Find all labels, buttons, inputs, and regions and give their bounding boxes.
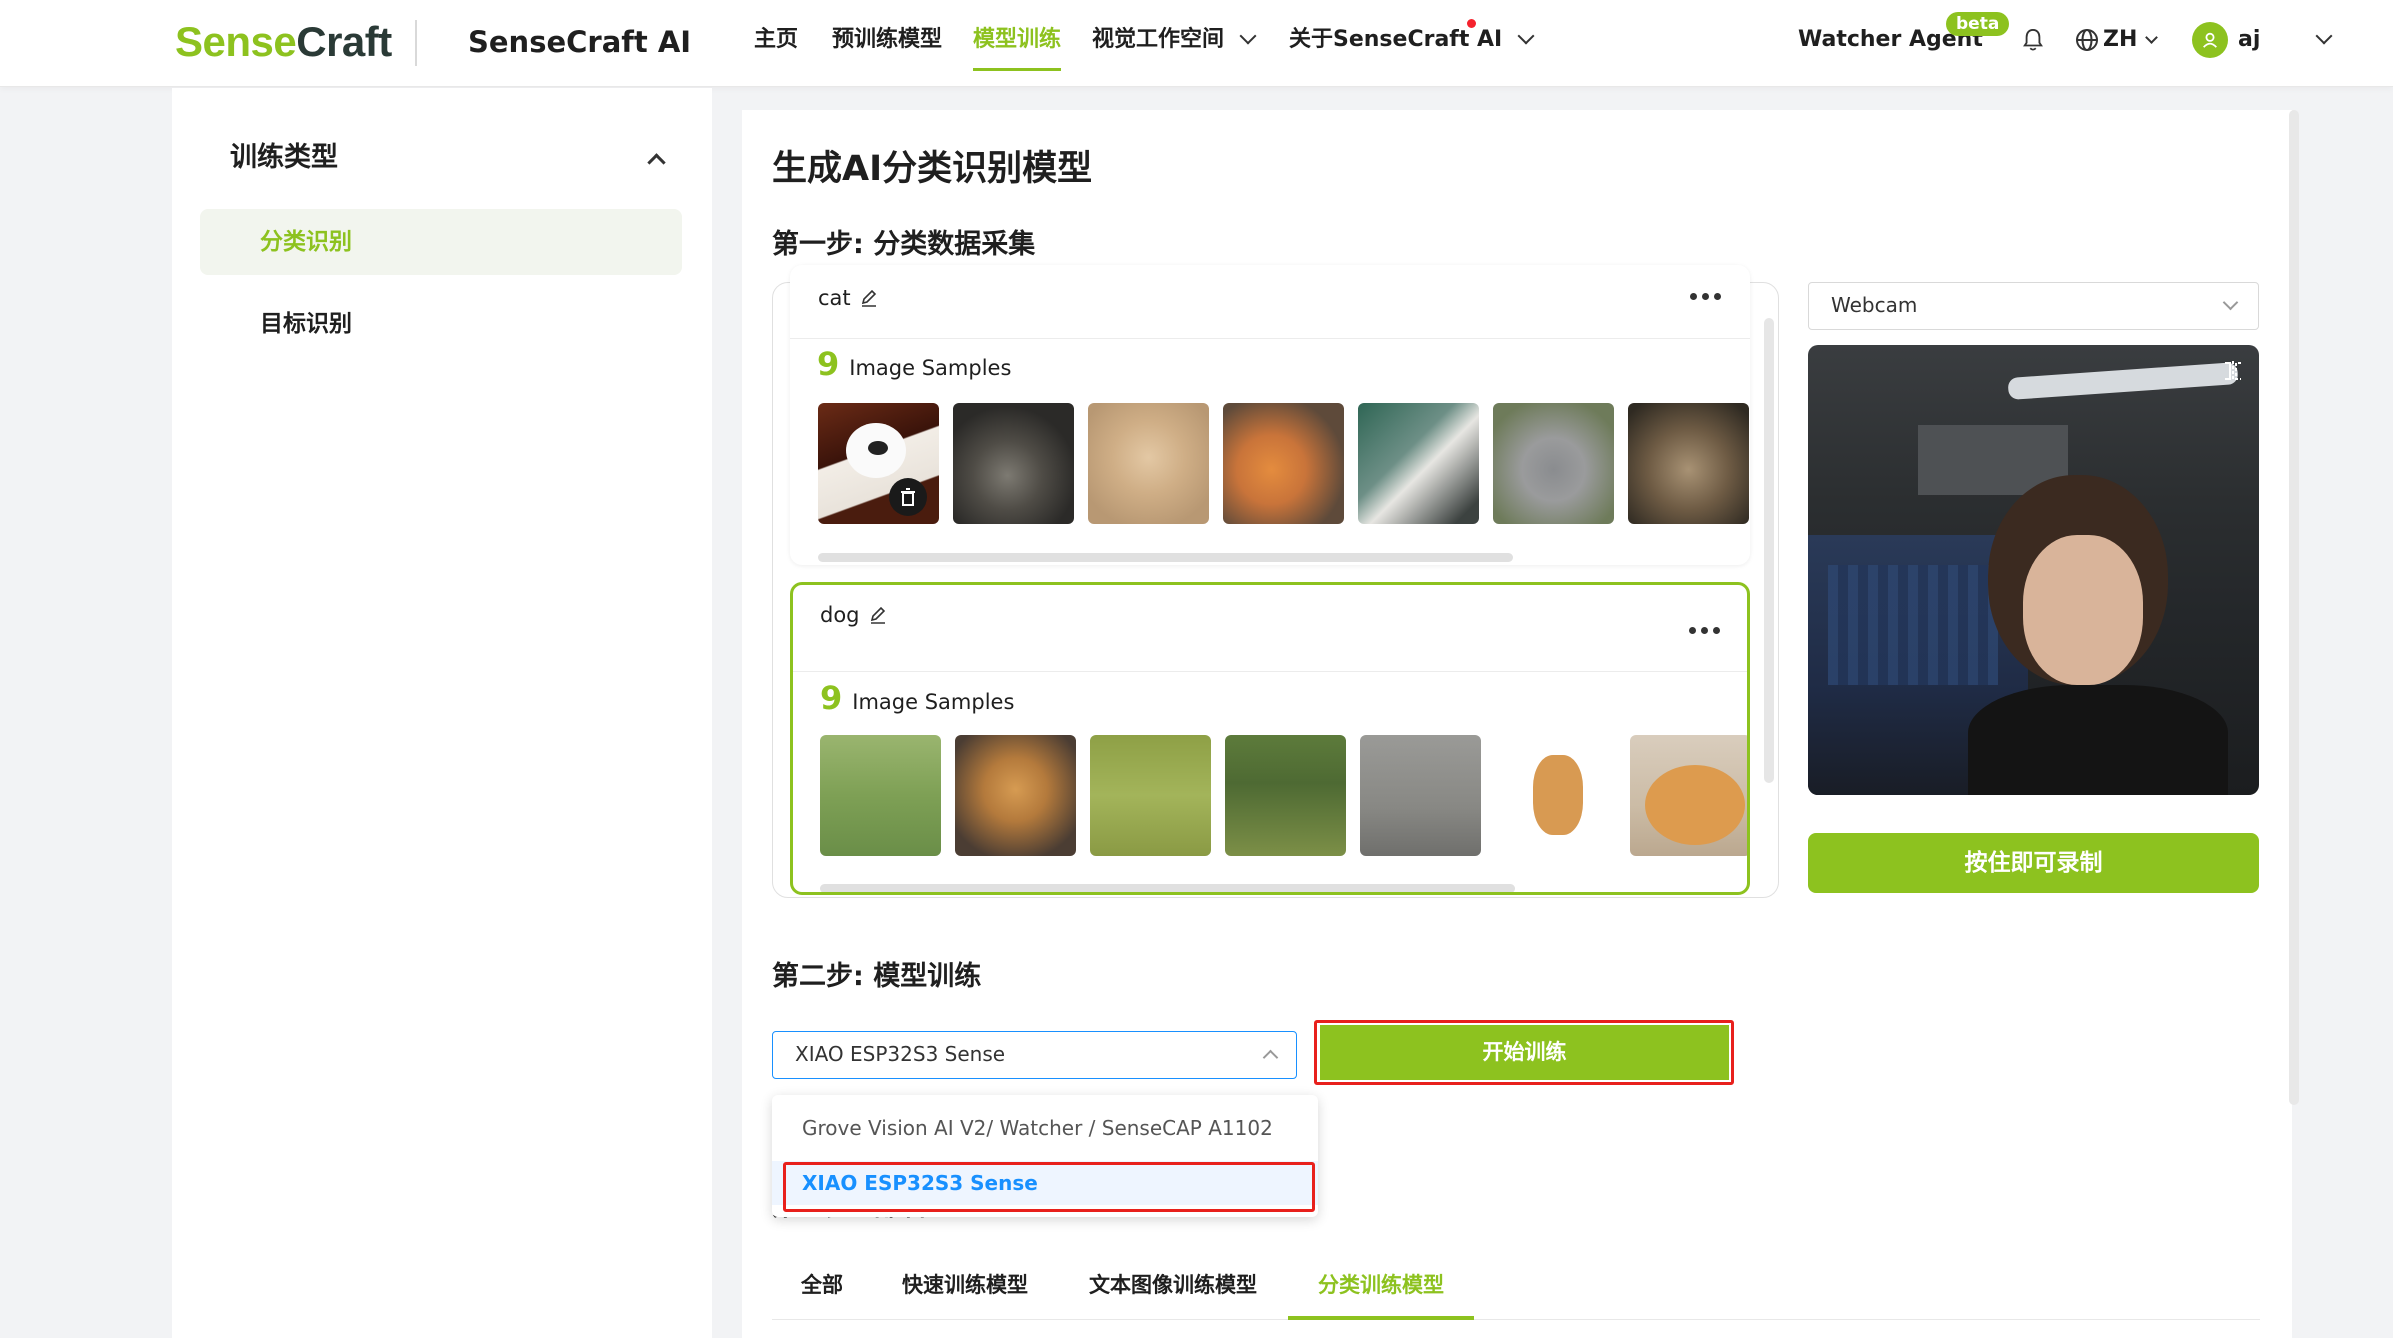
model-tabs: 全部 快速训练模型 文本图像训练模型 分类训练模型	[772, 1262, 2260, 1320]
chevron-down-icon	[1517, 27, 1535, 45]
page-scrollbar[interactable]	[2289, 110, 2299, 1105]
globe-icon	[2076, 29, 2098, 51]
nav-vision-workspace[interactable]: 视觉工作空间	[1092, 22, 1257, 58]
language-switcher[interactable]: ZH	[2075, 22, 2159, 58]
thumbnail-scrollbar[interactable]	[818, 553, 1513, 562]
card-divider	[790, 338, 1750, 339]
tab-all[interactable]: 全部	[792, 1262, 852, 1320]
logo-divider	[415, 20, 417, 66]
webcam-preview	[1808, 345, 2259, 795]
thumbnail-scrollbar[interactable]	[820, 884, 1515, 892]
sample-thumbnails	[820, 735, 1747, 856]
nav-model-training[interactable]: 模型训练	[973, 22, 1062, 71]
page-title: 生成AI分类识别模型	[772, 149, 1093, 189]
sample-image[interactable]	[955, 735, 1076, 856]
sensecraft-logo[interactable]: SenseCraft	[175, 14, 392, 70]
chevron-down-icon	[2145, 30, 2159, 44]
sample-image[interactable]	[1225, 735, 1346, 856]
step1-title: 第一步: 分类数据采集	[772, 229, 1036, 260]
sample-image[interactable]	[1360, 735, 1481, 856]
bell-icon[interactable]	[2022, 28, 2044, 52]
nav-home[interactable]: 主页	[754, 22, 798, 58]
sample-image[interactable]	[1495, 735, 1616, 856]
tab-classification-models[interactable]: 分类训练模型	[1288, 1262, 1474, 1320]
chevron-up-icon[interactable]	[647, 153, 666, 172]
sample-image[interactable]	[1088, 403, 1209, 524]
step2-title: 第二步: 模型训练	[772, 961, 982, 992]
beta-badge: beta	[1946, 12, 2010, 36]
sample-image[interactable]	[818, 403, 939, 524]
device-option-grove-vision[interactable]: Grove Vision AI V2/ Watcher / SenseCAP A…	[772, 1106, 1318, 1150]
top-navbar: SenseCraft SenseCraft AI 主页 预训练模型 模型训练 视…	[0, 0, 2393, 87]
class-card-cat: cat 9 Image Samples	[790, 265, 1750, 565]
chevron-down-icon	[2222, 294, 2239, 311]
chevron-down-icon	[1239, 27, 1257, 45]
sidebar-item-detection[interactable]: 目标识别	[200, 291, 682, 357]
class-card-dog: dog 9 Image Samples	[790, 582, 1750, 895]
app-name: SenseCraft AI	[468, 25, 692, 59]
user-icon	[2203, 32, 2217, 48]
sidebar-title: 训练类型	[230, 142, 338, 173]
more-options-icon[interactable]	[1689, 627, 1720, 634]
edit-icon[interactable]	[868, 605, 888, 625]
hold-to-record-button[interactable]: 按住即可录制	[1808, 833, 2259, 893]
sample-image[interactable]	[1630, 735, 1747, 856]
sample-count: 9 Image Samples	[820, 679, 1015, 717]
classes-scrollbar[interactable]	[1764, 318, 1774, 783]
class-name[interactable]: dog	[820, 600, 888, 630]
more-options-icon[interactable]	[1690, 293, 1721, 300]
device-select[interactable]: XIAO ESP32S3 Sense	[772, 1031, 1297, 1079]
edit-icon[interactable]	[859, 288, 879, 308]
nav-pretrained-models[interactable]: 预训练模型	[832, 22, 942, 58]
highlight-box	[1314, 1020, 1734, 1085]
tab-text-image-models[interactable]: 文本图像训练模型	[1087, 1262, 1259, 1320]
sample-image[interactable]	[1358, 403, 1479, 524]
nav-about[interactable]: 关于SenseCraft AI	[1289, 22, 1535, 58]
avatar[interactable]	[2192, 22, 2228, 58]
sidebar-item-classification[interactable]: 分类识别	[200, 209, 682, 275]
sample-image[interactable]	[820, 735, 941, 856]
sample-image[interactable]	[1223, 403, 1344, 524]
card-divider	[793, 671, 1747, 672]
sample-image[interactable]	[953, 403, 1074, 524]
camera-source-select[interactable]: Webcam	[1808, 282, 2259, 330]
sidebar: 训练类型 分类识别 目标识别	[172, 88, 712, 1338]
sample-count: 9 Image Samples	[817, 345, 1012, 383]
delete-icon[interactable]	[889, 478, 927, 516]
chevron-down-icon[interactable]	[2315, 27, 2333, 45]
tab-quick-train-models[interactable]: 快速训练模型	[900, 1262, 1030, 1320]
sample-image[interactable]	[1628, 403, 1749, 524]
mirror-icon[interactable]	[2221, 359, 2245, 383]
sample-image[interactable]	[1090, 735, 1211, 856]
username[interactable]: aj	[2238, 22, 2260, 58]
chevron-up-icon	[1262, 1049, 1279, 1066]
highlight-box	[783, 1162, 1315, 1212]
sample-image[interactable]	[1493, 403, 1614, 524]
notification-dot	[1467, 19, 1476, 28]
class-name[interactable]: cat	[818, 283, 879, 313]
sample-thumbnails	[818, 403, 1749, 524]
